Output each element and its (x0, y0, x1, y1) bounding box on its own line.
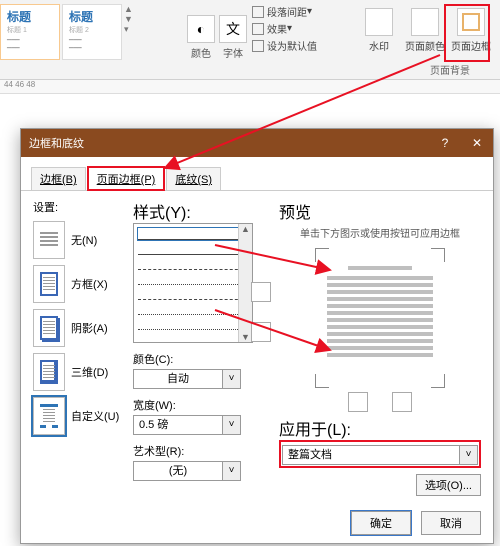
preview-label: 预览 (279, 199, 481, 223)
thumb-shadow-icon (33, 309, 65, 347)
close-button[interactable]: ✕ (461, 129, 493, 157)
preview-hint: 单击下方图示或使用按钮可应用边框 (279, 225, 481, 240)
chevron-down-icon[interactable]: ˅ (223, 461, 241, 481)
effects-button[interactable]: 效果 ▾ (252, 21, 317, 36)
setting-none[interactable]: 无(N) (33, 221, 133, 259)
borders-dialog: 边框和底纹 ? ✕ 边框(B) 页面边框(P) 底纹(S) 设置: 无(N) 方… (20, 128, 494, 544)
thumb-custom-icon (33, 397, 65, 435)
annotation-box: 整篇文档˅ (279, 440, 481, 468)
dialog-footer: 确定 取消 (351, 511, 481, 535)
right-edge-button[interactable] (392, 392, 412, 412)
style-lines: ━━━━━━ (7, 37, 53, 53)
color-label: 颜色(C): (133, 351, 267, 367)
art-label: 艺术型(R): (133, 443, 267, 459)
tab-shading[interactable]: 底纹(S) (166, 167, 221, 190)
watermark-icon (365, 8, 393, 36)
color-combo[interactable]: 自动˅ (133, 369, 267, 389)
style-sample: 标题 2 (69, 27, 115, 35)
style-listbox[interactable] (133, 223, 253, 343)
scrollbar[interactable] (238, 224, 252, 342)
art-combo[interactable]: (无)˅ (133, 461, 267, 481)
style-gallery[interactable]: 标题 标题 1 ━━━━━━ 标题 标题 2 ━━━━━━ ▲▼▾ (0, 4, 175, 60)
setting-shadow[interactable]: 阴影(A) (33, 309, 133, 347)
thumb-3d-icon (33, 353, 65, 391)
chevron-down-icon[interactable]: ˅ (460, 445, 478, 465)
page-color-button[interactable]: 页面颜色 (404, 4, 446, 58)
apply-combo[interactable]: 整篇文档˅ (282, 445, 478, 465)
preview-column: 预览 单击下方图示或使用按钮可应用边框 应用于(L): (267, 199, 481, 493)
page-color-icon (411, 8, 439, 36)
tab-page-border[interactable]: 页面边框(P) (88, 167, 165, 190)
style-heading: 标题 (69, 8, 115, 25)
setting-box[interactable]: 方框(X) (33, 265, 133, 303)
paragraph-options: 段落间距 ▾ 效果 ▾ 设为默认值 (252, 4, 317, 55)
style-card[interactable]: 标题 标题 2 ━━━━━━ (62, 4, 122, 60)
thumb-none-icon (33, 221, 65, 259)
settings-label: 设置: (33, 199, 133, 215)
width-label: 宽度(W): (133, 397, 267, 413)
dialog-titlebar[interactable]: 边框和底纹 ? ✕ (21, 129, 493, 157)
options-button[interactable]: 选项(O)... (416, 474, 481, 496)
page-background-group: 水印 页面颜色 页面边框 (356, 4, 494, 58)
dialog-title: 边框和底纹 (29, 135, 84, 151)
bottom-edge-button[interactable] (251, 322, 271, 342)
set-default-button[interactable]: 设为默认值 (252, 38, 317, 53)
effects-icon (252, 23, 264, 35)
style-card[interactable]: 标题 标题 1 ━━━━━━ (0, 4, 60, 60)
style-heading: 标题 (7, 8, 53, 25)
side-edge-buttons (251, 282, 271, 362)
ok-button[interactable]: 确定 (351, 511, 411, 535)
style-column: 样式(Y): 颜色(C): 自动˅ 宽度(W): 0.5 磅˅ 艺术型(R): … (133, 199, 267, 493)
paragraph-spacing[interactable]: 段落间距 ▾ (252, 4, 317, 19)
style-sample: 标题 1 (7, 27, 53, 35)
group-label: 页面背景 (430, 62, 470, 77)
font-button[interactable]: 文 (219, 15, 247, 43)
thumb-box-icon (33, 265, 65, 303)
tab-border[interactable]: 边框(B) (31, 167, 86, 190)
ruler: 44 46 48 (0, 80, 500, 94)
width-combo[interactable]: 0.5 磅˅ (133, 415, 267, 435)
watermark-button[interactable]: 水印 (358, 4, 400, 58)
style-lines: ━━━━━━ (69, 37, 115, 53)
bottom-edge-buttons (279, 392, 481, 412)
color-label: 颜色 (185, 45, 217, 60)
cancel-button[interactable]: 取消 (421, 511, 481, 535)
page-border-button[interactable]: 页面边框 (450, 4, 492, 58)
apply-label: 应用于(L): (279, 416, 481, 440)
spacing-icon (252, 6, 264, 18)
dialog-tabs: 边框(B) 页面边框(P) 底纹(S) (21, 157, 493, 191)
color-button[interactable]: ◐ (187, 15, 215, 43)
chevron-down-icon[interactable]: ˅ (223, 369, 241, 389)
page-border-icon (457, 8, 485, 36)
left-edge-button[interactable] (348, 392, 368, 412)
top-edge-button[interactable] (251, 282, 271, 302)
ribbon: 标题 标题 1 ━━━━━━ 标题 标题 2 ━━━━━━ ▲▼▾ ◐ 颜色 文… (0, 0, 500, 80)
settings-column: 设置: 无(N) 方框(X) 阴影(A) 三维(D) 自定义(U) (33, 199, 133, 493)
chevron-down-icon[interactable]: ˅ (223, 415, 241, 435)
default-icon (252, 40, 264, 52)
help-button[interactable]: ? (429, 129, 461, 157)
setting-3d[interactable]: 三维(D) (33, 353, 133, 391)
font-label: 字体 (217, 45, 249, 60)
setting-custom[interactable]: 自定义(U) (33, 397, 133, 435)
style-label: 样式(Y): (133, 199, 267, 223)
font-color-group: ◐ 颜色 文 字体 (185, 0, 249, 60)
preview-page[interactable] (315, 248, 445, 388)
